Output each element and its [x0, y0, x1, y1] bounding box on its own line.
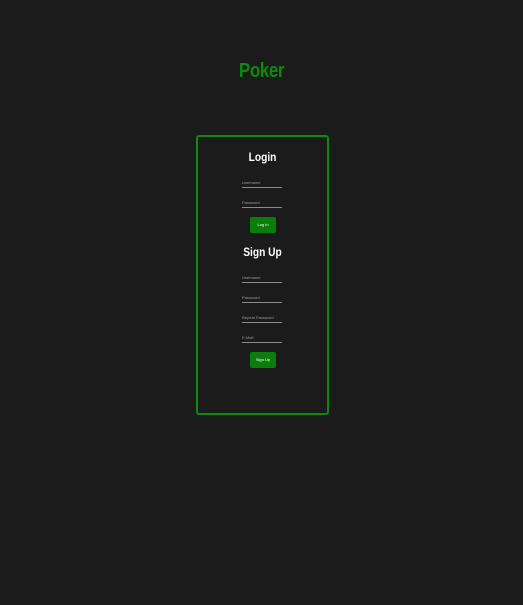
signup-heading: Sign Up	[243, 245, 282, 259]
signup-repeat-password-input[interactable]	[242, 312, 282, 323]
signup-username-input[interactable]	[242, 272, 282, 283]
signup-password-input[interactable]	[242, 292, 282, 303]
auth-card: Login Log In Sign Up Sign Up	[196, 135, 329, 415]
app-title: Poker	[238, 60, 285, 82]
login-button[interactable]: Log In	[250, 217, 276, 233]
login-password-input[interactable]	[242, 197, 282, 208]
login-heading: Login	[248, 150, 277, 164]
login-username-input[interactable]	[242, 177, 282, 188]
signup-email-input[interactable]	[242, 332, 282, 343]
page: Poker Login Log In Sign Up Sign Up	[0, 0, 523, 605]
signup-button[interactable]: Sign Up	[250, 352, 276, 368]
